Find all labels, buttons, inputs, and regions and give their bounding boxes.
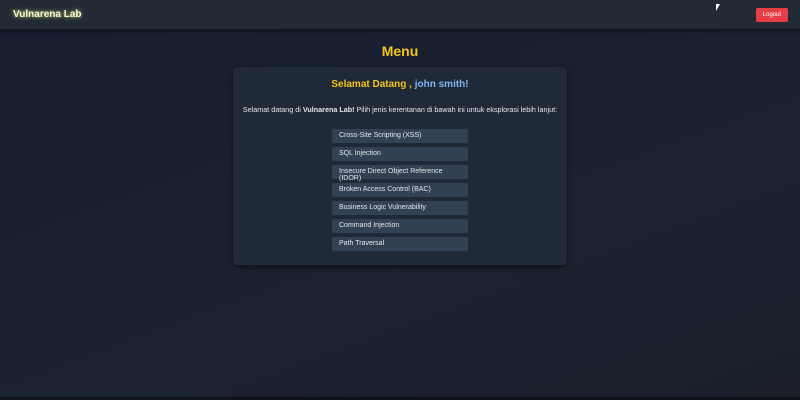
username: john smith xyxy=(414,79,466,90)
menu-card: Selamat Datang , john smith! Selamat dat… xyxy=(233,67,567,265)
intro-brand: Vulnarena Lab! xyxy=(302,105,355,114)
intro-text: Selamat datang di Vulnarena Lab! Pilih j… xyxy=(233,105,567,114)
greeting: Selamat Datang , john smith! xyxy=(233,79,567,90)
intro-suffix: Pilih jenis kerentanan di bawah ini untu… xyxy=(354,105,558,114)
menu-item-command-injection[interactable]: Command Injection xyxy=(332,219,468,233)
menu-item-business-logic[interactable]: Business Logic Vulnerability xyxy=(332,201,468,215)
menu-item-xss[interactable]: Cross-Site Scripting (XSS) xyxy=(332,129,468,143)
brand-logo[interactable]: Vulnarena Lab xyxy=(13,9,82,20)
greeting-exclaim: ! xyxy=(465,79,469,90)
navbar: Vulnarena Lab Logout xyxy=(0,0,800,30)
greeting-text: Selamat Datang , xyxy=(331,79,412,90)
page-title: Menu xyxy=(381,43,419,59)
vulnerability-list: Cross-Site Scripting (XSS) SQL Injection… xyxy=(233,129,567,251)
menu-item-bac[interactable]: Broken Access Control (BAC) xyxy=(332,183,468,197)
intro-prefix: Selamat datang di xyxy=(242,105,303,114)
logout-button[interactable]: Logout xyxy=(755,7,788,22)
menu-item-idor[interactable]: Insecure Direct Object Reference (IDOR) xyxy=(332,165,468,182)
menu-item-path-traversal[interactable]: Path Traversal xyxy=(332,237,468,251)
menu-item-sqli[interactable]: SQL Injection xyxy=(332,147,468,161)
mouse-cursor-icon xyxy=(716,4,720,11)
